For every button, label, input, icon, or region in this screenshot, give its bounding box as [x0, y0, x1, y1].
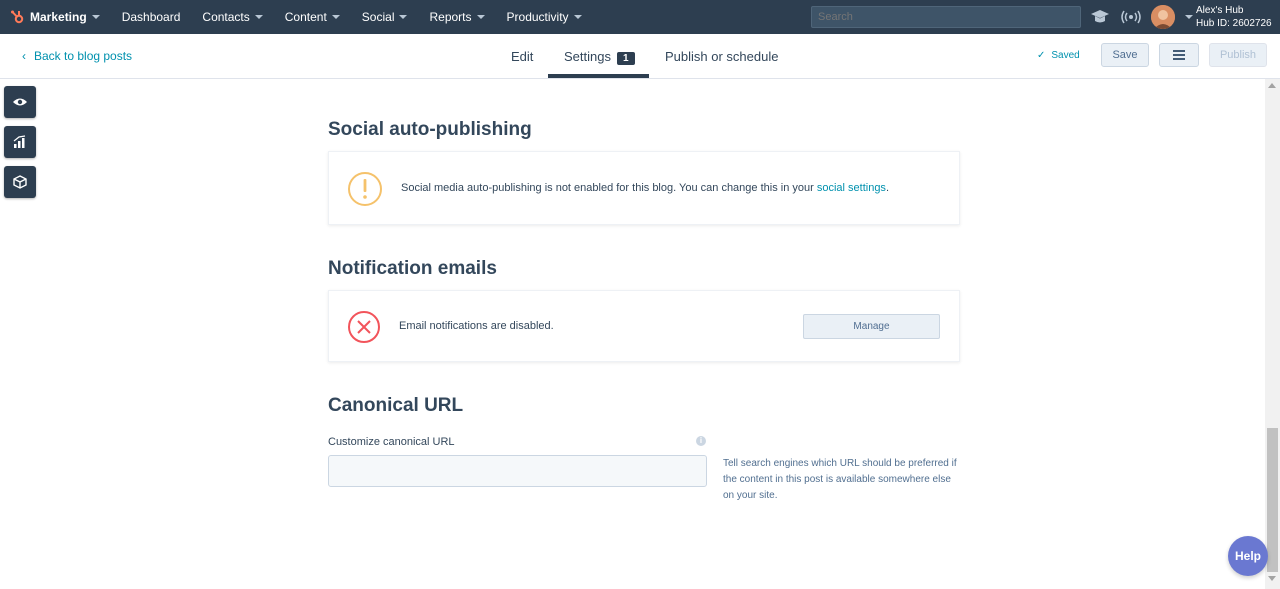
modules-button[interactable]: [4, 166, 36, 198]
back-label: Back to blog posts: [34, 49, 133, 63]
eye-icon: [13, 98, 27, 106]
hub-info[interactable]: Alex's Hub Hub ID: 2602726: [1196, 4, 1272, 30]
social-auto-publishing-heading: Social auto-publishing: [328, 119, 532, 140]
scroll-down-arrow-icon[interactable]: [1268, 576, 1276, 581]
top-navigation: Marketing Dashboard Contacts Content Soc…: [0, 0, 1280, 34]
canonical-url-input[interactable]: [328, 455, 707, 487]
search-input[interactable]: [811, 6, 1081, 28]
brand-menu[interactable]: Marketing: [10, 9, 100, 25]
chevron-down-icon: [476, 15, 485, 19]
hub-name: Alex's Hub: [1196, 5, 1244, 16]
info-icon[interactable]: i: [696, 436, 706, 446]
editor-header: ‹ Back to blog posts Edit Settings 1 Publi…: [0, 34, 1280, 79]
bar-chart-icon: [13, 135, 26, 148]
nav-content-label: Content: [284, 10, 327, 24]
help-button[interactable]: Help: [1228, 536, 1268, 576]
chevron-down-icon[interactable]: [1185, 15, 1193, 19]
more-actions-button[interactable]: [1159, 43, 1199, 67]
notification-emails-heading: Notification emails: [328, 258, 497, 279]
chevron-down-icon: [573, 15, 582, 19]
social-auto-publishing-message: Social media auto-publishing is not enab…: [401, 182, 889, 194]
nav-contacts[interactable]: Contacts: [202, 10, 263, 24]
canonical-url-help-text: Tell search engines which URL should be …: [723, 458, 957, 501]
tab-publish-label: Publish or schedule: [665, 49, 779, 64]
nav-social[interactable]: Social: [362, 10, 408, 24]
notification-emails-message: Email notifications are disabled.: [399, 320, 554, 332]
nav-contacts-label: Contacts: [202, 10, 250, 24]
social-settings-link[interactable]: social settings: [817, 182, 886, 194]
publish-button[interactable]: Publish: [1209, 43, 1267, 67]
tab-settings-label: Settings: [564, 49, 611, 64]
checkmark-icon: ✓: [1037, 50, 1046, 61]
saved-status: ✓ Saved: [1037, 50, 1080, 61]
nav-dashboard[interactable]: Dashboard: [122, 10, 181, 24]
save-label: Save: [1112, 49, 1138, 61]
chevron-down-icon: [254, 15, 263, 19]
scrollbar-thumb[interactable]: [1267, 428, 1278, 572]
nav-productivity-label: Productivity: [506, 10, 569, 24]
help-label: Help: [1234, 549, 1261, 563]
preview-button[interactable]: [4, 86, 36, 118]
publish-label: Publish: [1219, 49, 1257, 61]
academy-icon[interactable]: [1090, 8, 1110, 26]
cube-icon: [13, 175, 27, 189]
hamburger-menu-icon: [1173, 50, 1185, 60]
active-tab-indicator: [548, 74, 649, 78]
nav-reports-label: Reports: [429, 10, 472, 24]
social-message-text: Social media auto-publishing is not enab…: [401, 182, 817, 194]
optimize-button[interactable]: [4, 126, 36, 158]
chevron-down-icon: [331, 15, 340, 19]
nav-social-label: Social: [361, 10, 395, 24]
brand-label: Marketing: [30, 10, 87, 24]
saved-label: Saved: [1051, 50, 1080, 61]
nav-productivity[interactable]: Productivity: [507, 10, 582, 24]
save-button[interactable]: Save: [1101, 43, 1149, 67]
settings-count-badge: 1: [616, 52, 635, 65]
tab-settings[interactable]: Settings 1: [564, 49, 635, 65]
tab-publish-or-schedule[interactable]: Publish or schedule: [665, 49, 778, 64]
user-avatar-icon: [1151, 5, 1175, 29]
social-auto-publishing-card: Social media auto-publishing is not enab…: [328, 151, 960, 225]
tab-edit[interactable]: Edit: [511, 49, 533, 64]
avatar[interactable]: [1151, 5, 1175, 29]
back-to-blog-posts-link[interactable]: ‹ Back to blog posts: [22, 49, 132, 63]
chevron-down-icon: [399, 15, 408, 19]
manage-notifications-button[interactable]: Manage: [803, 314, 940, 339]
chevron-left-icon: ‹: [22, 49, 26, 63]
scroll-up-arrow-icon[interactable]: [1268, 83, 1276, 88]
manage-label: Manage: [853, 321, 890, 332]
hub-id: Hub ID: 2602726: [1196, 18, 1272, 29]
nav-content[interactable]: Content: [285, 10, 340, 24]
tab-edit-label: Edit: [511, 49, 534, 64]
canonical-url-label: Customize canonical URL: [328, 436, 455, 448]
notifications-broadcast-icon[interactable]: [1121, 9, 1141, 25]
chevron-down-icon: [91, 15, 100, 19]
canonical-url-heading: Canonical URL: [328, 395, 464, 416]
warning-icon: [348, 172, 382, 206]
nav-reports[interactable]: Reports: [429, 10, 485, 24]
nav-dashboard-label: Dashboard: [121, 10, 181, 24]
hubspot-logo-icon: [11, 10, 24, 24]
error-x-icon: [348, 311, 380, 343]
social-message-suffix: .: [885, 182, 889, 194]
